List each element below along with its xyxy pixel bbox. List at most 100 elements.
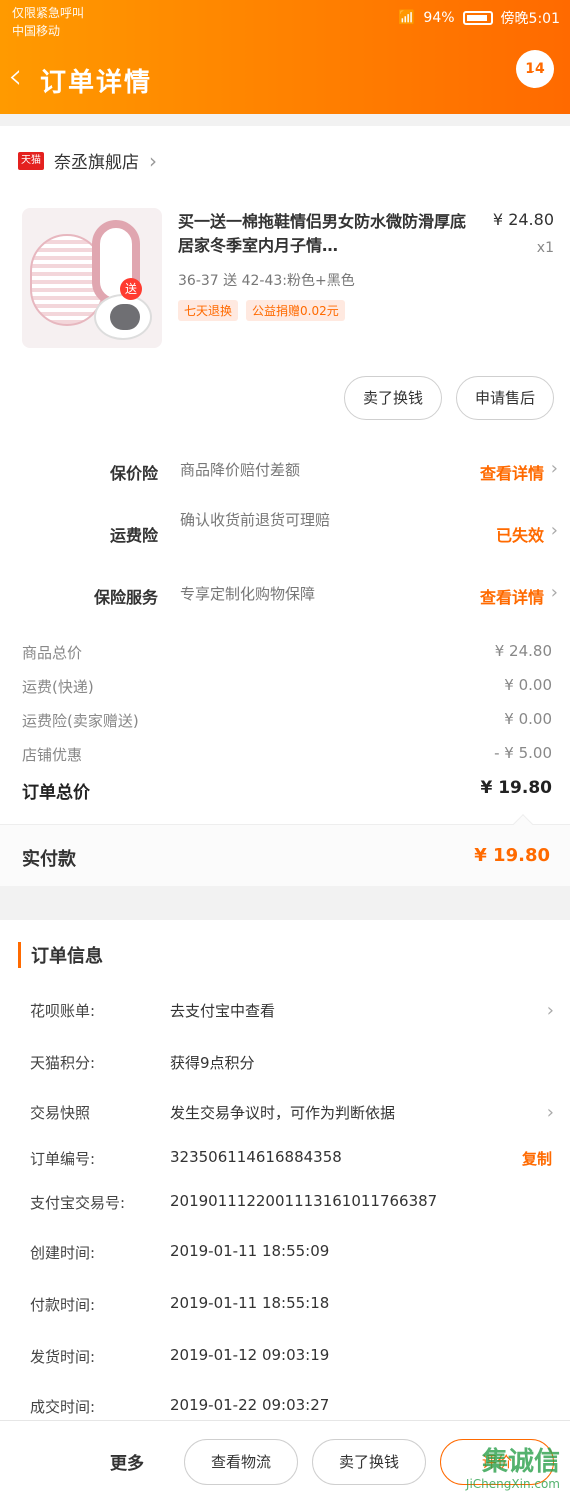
bottom-action-bar: 更多 查看物流 卖了换钱 评价 集诚信 JiChengXin.com (0, 1420, 570, 1500)
store-row[interactable]: 天猫 奈丞旗舰店 › (18, 148, 157, 173)
info-row-snapshot[interactable]: 交易快照 发生交易争议时，可作为判断依据 › (30, 1102, 554, 1130)
summary-key: 运费(快递) (22, 678, 94, 696)
summary-row: 商品总价 ¥ 24.80 (22, 642, 552, 663)
paid-value: ¥ 19.80 (474, 845, 550, 866)
status-bar-left: 仅限紧急呼叫 中国移动 (12, 4, 84, 40)
insurance-row[interactable]: 保价险 商品降价赔付差额 查看详情 › (0, 452, 570, 514)
insurance-label: 运费险 (109, 526, 158, 545)
insurance-link[interactable]: 已失效 (496, 522, 544, 546)
emergency-text: 仅限紧急呼叫 (12, 6, 85, 20)
product-price: ¥ 24.80 (492, 210, 554, 229)
battery-percent: 94% (423, 10, 455, 26)
store-card: 天猫 奈丞旗舰店 › 送 买一送一棉拖鞋情侣男女防水微防滑厚底居家冬季室内月子情… (0, 126, 570, 886)
watermark-url: JiChengXin.com (465, 1477, 560, 1491)
product-title[interactable]: 买一送一棉拖鞋情侣男女防水微防滑厚底居家冬季室内月子情… (178, 210, 478, 258)
info-row-created: 创建时间: 2019-01-11 18:55:09 (30, 1242, 554, 1270)
info-key: 支付宝交易号: (30, 1194, 126, 1212)
insurance-desc: 商品降价赔付差额 (180, 461, 301, 479)
insurance-row[interactable]: 保险服务 专享定制化购物保障 查看详情 › (0, 578, 570, 640)
store-name[interactable]: 奈丞旗舰店 (54, 148, 139, 173)
summary-key: 运费险(卖家赠送) (22, 712, 139, 730)
gift-badge: 送 (120, 278, 142, 300)
info-value: 2019-01-11 18:55:18 (170, 1294, 330, 1312)
sell-button-bottom[interactable]: 卖了换钱 (312, 1439, 426, 1485)
info-key: 订单编号: (30, 1150, 96, 1168)
chevron-right-icon[interactable]: › (551, 458, 558, 479)
more-icon[interactable] (532, 70, 536, 88)
insurance-label: 保价险 (109, 464, 158, 483)
info-key: 天猫积分: (30, 1054, 96, 1072)
back-icon[interactable]: ‹ (8, 56, 22, 97)
info-value: 2019-01-12 09:03:19 (170, 1346, 330, 1364)
info-value: 2019-01-22 09:03:27 (170, 1396, 330, 1414)
copy-button[interactable]: 复制 (522, 1148, 552, 1169)
summary-key: 店铺优惠 (22, 746, 83, 764)
info-row-paid-time: 付款时间: 2019-01-11 18:55:18 (30, 1294, 554, 1322)
product-tags: 七天退换 公益捐赠0.02元 (178, 300, 345, 321)
summary-value: - ¥ 5.00 (494, 744, 552, 762)
more-button[interactable]: 更多 (110, 1449, 144, 1474)
chevron-right-icon[interactable]: › (547, 1000, 554, 1021)
info-value[interactable]: 去支付宝中查看 (170, 1000, 275, 1021)
summary-row: 运费(快递) ¥ 0.00 (22, 676, 552, 697)
order-info-card: 订单信息 花呗账单: 去支付宝中查看 › 天猫积分: 获得9点积分 交易快照 发… (0, 920, 570, 1420)
chevron-right-icon[interactable]: › (551, 520, 558, 541)
insurance-link[interactable]: 查看详情 (480, 460, 544, 484)
insurance-row[interactable]: 运费险 确认收货前退货可理赔 已失效 › (0, 506, 570, 568)
status-bar-right: 📶 94% 傍晚5:01 (398, 8, 560, 28)
info-value: 2019011122001113161011766387 (170, 1192, 438, 1210)
insurance-desc: 专享定制化购物保障 (180, 585, 316, 603)
order-total-value: ¥ 19.80 (480, 778, 552, 798)
nav-bar: ‹ 订单详情 14 (0, 44, 570, 114)
info-key: 创建时间: (30, 1244, 96, 1262)
chevron-right-icon[interactable]: › (551, 582, 558, 603)
info-key: 发货时间: (30, 1348, 96, 1366)
summary-row: 运费险(卖家赠送) ¥ 0.00 (22, 710, 552, 731)
tag-charity: 公益捐赠0.02元 (246, 300, 345, 321)
info-value: 获得9点积分 (170, 1054, 255, 1072)
info-row-order-id: 订单编号: 323506114616884358 复制 (30, 1148, 554, 1176)
info-value: 323506114616884358 (170, 1148, 342, 1166)
chevron-right-icon[interactable]: › (547, 1102, 554, 1123)
page-title: 订单详情 (40, 68, 153, 98)
info-key: 花呗账单: (30, 1002, 96, 1020)
order-total-label: 订单总价 (22, 783, 90, 803)
insurance-desc: 确认收货前退货可理赔 (180, 511, 331, 529)
view-logistics-button[interactable]: 查看物流 (184, 1439, 298, 1485)
tmall-logo-icon: 天猫 (18, 151, 44, 170)
sell-button[interactable]: 卖了换钱 (343, 376, 442, 420)
insurance-link[interactable]: 查看详情 (480, 584, 544, 608)
paid-label: 实付款 (22, 849, 76, 870)
clock-text: 傍晚5:01 (500, 11, 560, 27)
info-key: 交易快照 (30, 1104, 91, 1122)
insurance-label: 保险服务 (93, 588, 158, 607)
tag-return: 七天退换 (178, 300, 239, 321)
summary-row: 店铺优惠 - ¥ 5.00 (22, 744, 552, 765)
info-row-huabei[interactable]: 花呗账单: 去支付宝中查看 › (30, 1000, 554, 1028)
wifi-icon: 📶 (397, 10, 416, 26)
product-image[interactable]: 送 (22, 208, 162, 348)
summary-key: 商品总价 (22, 644, 83, 662)
product-actions: 卖了换钱 申请售后 (343, 376, 554, 420)
chevron-right-icon[interactable]: › (149, 149, 157, 173)
info-row-points: 天猫积分: 获得9点积分 (30, 1052, 554, 1080)
info-row-alipay-id: 支付宝交易号: 2019011122001113161011766387 (30, 1192, 554, 1220)
paid-amount-row: 实付款 ¥ 19.80 (0, 814, 570, 886)
summary-value: ¥ 24.80 (494, 642, 552, 660)
info-key: 成交时间: (30, 1398, 96, 1416)
product-sku: 36-37 送 42-43:粉色+黑色 (178, 273, 355, 289)
order-total-row: 订单总价 ¥ 19.80 (22, 778, 552, 803)
info-value: 2019-01-11 18:55:09 (170, 1242, 330, 1260)
info-row-shipped: 发货时间: 2019-01-12 09:03:19 (30, 1346, 554, 1374)
top-header: 仅限紧急呼叫 中国移动 📶 94% 傍晚5:01 ‹ 订单详情 14 (0, 0, 570, 114)
order-info-title: 订单信息 (18, 942, 103, 968)
notch-decoration (513, 814, 533, 834)
carrier-text: 中国移动 (12, 24, 61, 38)
summary-value: ¥ 0.00 (504, 710, 552, 728)
battery-icon (462, 11, 493, 25)
gift-slipper-shape (94, 294, 152, 340)
info-key: 付款时间: (30, 1296, 96, 1314)
info-value[interactable]: 发生交易争议时，可作为判断依据 (170, 1102, 395, 1123)
after-sale-button[interactable]: 申请售后 (455, 376, 554, 420)
product-quantity: x1 (536, 240, 554, 256)
